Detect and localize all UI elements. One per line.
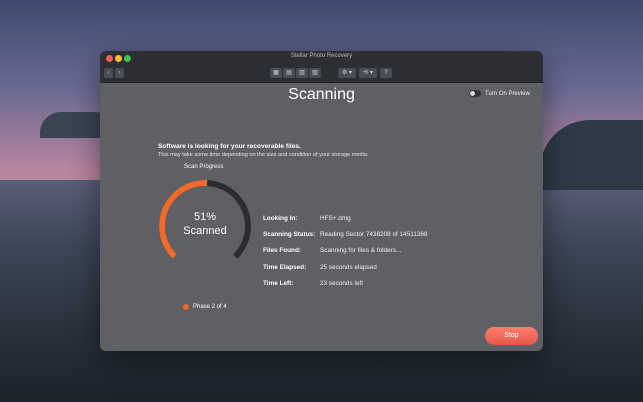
back-button[interactable]: ‹ [104,68,113,78]
window-title: Stellar Photo Recovery [290,53,353,59]
view-coverflow-icon[interactable]: ▧ [309,68,321,78]
preview-toggle-switch[interactable] [469,90,481,97]
title-bar: Stellar Photo Recovery [100,51,543,65]
detail-label: Time Left: [263,280,294,287]
forward-button[interactable]: › [115,68,124,78]
phase-indicator: Phase 2 of 4 [183,304,227,310]
intro-subtext: This may take some time depending on the… [158,152,369,158]
preview-toggle-group[interactable]: Turn On Preview [469,90,530,97]
detail-value: Scanning for files & folders... [320,247,402,254]
progress-percent: 51% [193,211,217,223]
progress-scanned-label: Scanned [183,225,227,237]
help-icon[interactable]: ? [380,68,392,78]
detail-label: Files Found: [263,247,301,254]
detail-label: Looking In: [263,215,298,222]
view-grid-icon[interactable]: ▦ [270,68,282,78]
view-list-icon[interactable]: ▤ [283,68,295,78]
detail-value: 23 seconds left [320,280,363,287]
scan-content: Scanning Turn On Preview Software is loo… [100,83,543,351]
detail-label: Scanning Status: [263,231,316,238]
scan-progress-title: Scan Progress [184,164,224,170]
detail-label: Time Elapsed: [263,264,307,271]
detail-value: 25 seconds elapsed [320,264,377,271]
toolbar: ‹ › ▦ ▤ ▥ ▧ ⚙ ▾ ⟲ ▾ ? [100,65,543,83]
settings-gear-icon[interactable]: ⚙ ▾ [338,68,356,78]
history-icon[interactable]: ⟲ ▾ [359,68,377,78]
wallpaper-island-right [540,120,643,190]
detail-value: Reading Sector 7438208 of 14511368 [320,231,428,238]
view-columns-icon[interactable]: ▥ [296,68,308,78]
stop-button[interactable]: Stop [485,327,538,345]
detail-value: HFS+.dmg [320,215,351,222]
preview-toggle-label: Turn On Preview [485,90,530,97]
phase-dot-icon [183,304,189,310]
phase-label: Phase 2 of 4 [193,304,227,310]
intro-heading: Software is looking for your recoverable… [158,143,301,150]
app-window: Stellar Photo Recovery ‹ › ▦ ▤ ▥ ▧ ⚙ ▾ ⟲… [100,51,543,351]
